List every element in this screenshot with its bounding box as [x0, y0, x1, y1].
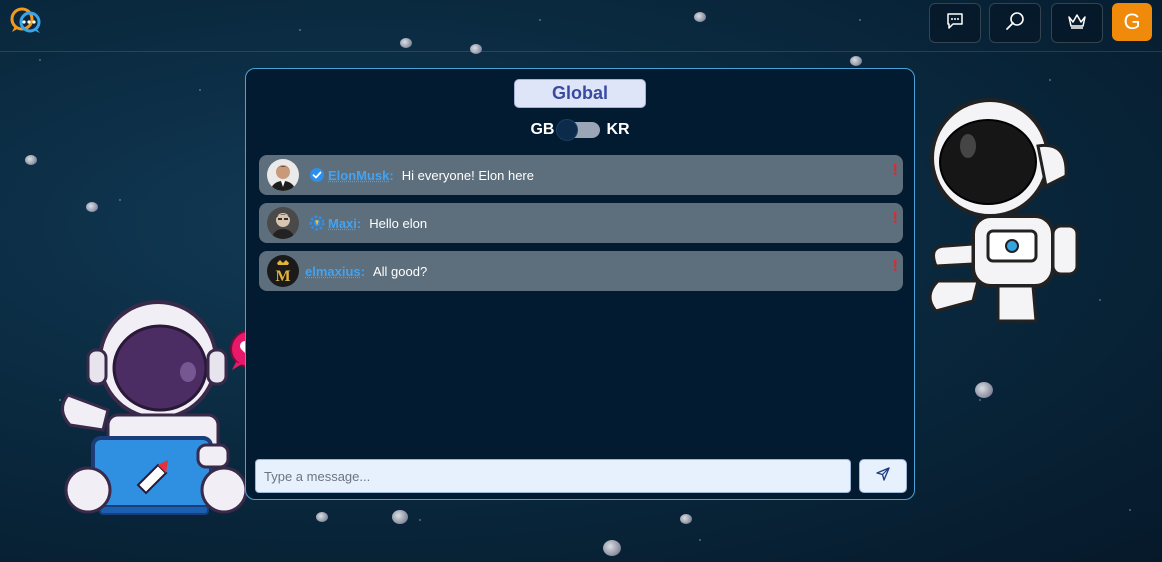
message-item: M elmaxius : All good? ! [259, 251, 903, 291]
message-text: All good? [373, 263, 428, 279]
messages-button[interactable] [929, 3, 981, 43]
send-icon [876, 466, 890, 486]
message-item: ElonMusk : Hi everyone! Elon here ! [259, 155, 903, 195]
asteroid [680, 514, 692, 524]
message-text: Hello elon [369, 215, 428, 231]
crown-button[interactable] [1051, 3, 1103, 43]
user-avatar[interactable] [267, 207, 299, 239]
message-input[interactable] [255, 459, 851, 493]
asteroid [25, 155, 37, 165]
language-switch-row: GB KR [246, 119, 914, 141]
verified-icon [309, 167, 325, 183]
asteroid [850, 56, 862, 66]
profile-avatar-button[interactable]: G [1112, 3, 1152, 41]
message-username[interactable]: elmaxius [305, 264, 361, 279]
top-bar: G [0, 0, 1162, 52]
asteroid [86, 202, 98, 212]
search-icon [1005, 11, 1025, 36]
chat-panel: Global GB KR ElonMusk : Hi everyone! Elo… [245, 68, 915, 500]
lang-right-label: KR [606, 121, 630, 138]
gear-badge-icon [309, 215, 325, 231]
message-colon: : [360, 263, 365, 279]
message-list: ElonMusk : Hi everyone! Elon here ! Maxi… [259, 155, 903, 299]
report-button[interactable]: ! [893, 210, 898, 228]
search-button[interactable] [989, 3, 1041, 43]
asteroid [603, 540, 621, 556]
message-username[interactable]: Maxi [328, 216, 357, 231]
lang-left-label: GB [530, 121, 555, 138]
asteroid [392, 510, 408, 524]
message-text: Hi everyone! Elon here [401, 167, 534, 183]
report-button[interactable]: ! [893, 162, 898, 180]
astronaut-waving-illustration [918, 96, 1083, 336]
message-username[interactable]: ElonMusk [328, 168, 389, 183]
message-colon: : [356, 215, 362, 231]
message-item: Maxi : Hello elon ! [259, 203, 903, 243]
chat-bubbles-logo-icon[interactable] [9, 6, 43, 34]
room-title-button[interactable]: Global [514, 79, 646, 108]
user-avatar[interactable] [267, 159, 299, 191]
send-button[interactable] [859, 459, 907, 493]
asteroid [975, 382, 993, 398]
report-button[interactable]: ! [893, 258, 898, 276]
chat-icon [946, 12, 964, 35]
crown-icon [1067, 12, 1087, 35]
asteroid [316, 512, 328, 522]
language-toggle[interactable] [556, 119, 601, 141]
user-avatar[interactable]: M [267, 255, 299, 287]
svg-text:M: M [275, 268, 290, 285]
message-composer [255, 459, 907, 493]
toggle-knob[interactable] [556, 119, 579, 141]
message-colon: : [389, 167, 394, 183]
